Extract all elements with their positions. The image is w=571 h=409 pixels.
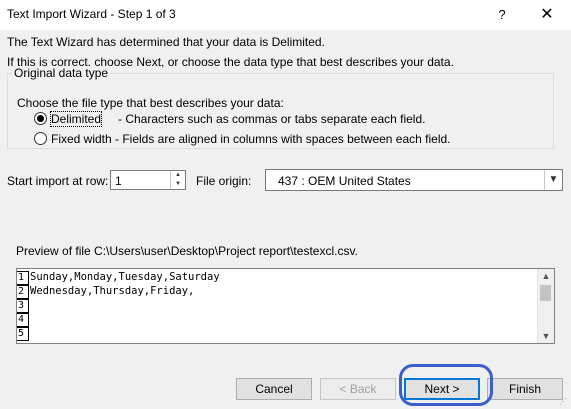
- finish-button[interactable]: Finish: [487, 378, 563, 400]
- row-number: 1: [17, 271, 29, 285]
- scroll-up-icon[interactable]: ▲: [538, 269, 554, 283]
- scroll-thumb[interactable]: [540, 285, 551, 301]
- chevron-down-icon[interactable]: ▼: [544, 170, 562, 190]
- title-bar: Text Import Wizard - Step 1 of 3 ? ✕: [0, 0, 571, 30]
- preview-scrollbar[interactable]: ▲ ▼: [537, 269, 554, 343]
- spinner-up-icon[interactable]: ▲: [171, 171, 185, 180]
- fixed-width-label[interactable]: Fixed width: [51, 132, 112, 146]
- file-type-prompt: Choose the file type that best describes…: [17, 96, 284, 110]
- preview-line: Wednesday,Thursday,Friday,: [30, 285, 195, 297]
- file-origin-label: File origin:: [196, 174, 252, 188]
- next-button[interactable]: Next >: [404, 378, 480, 400]
- preview-line: Sunday,Monday,Tuesday,Saturday: [30, 271, 220, 283]
- preview-label: Preview of file C:\Users\user\Desktop\Pr…: [16, 244, 358, 258]
- help-button[interactable]: ?: [485, 0, 519, 30]
- row-number: 5: [17, 327, 29, 341]
- window-title: Text Import Wizard - Step 1 of 3: [7, 7, 176, 21]
- row-number: 4: [17, 313, 29, 327]
- start-row-spinner[interactable]: 1 ▲ ▼: [110, 170, 186, 190]
- delimited-radio[interactable]: [34, 112, 47, 125]
- row-number: 2: [17, 285, 29, 299]
- close-button[interactable]: ✕: [524, 0, 570, 30]
- group-legend: Original data type: [12, 66, 111, 80]
- fixed-width-radio[interactable]: [34, 132, 47, 145]
- row-number: 3: [17, 299, 29, 313]
- cancel-button[interactable]: Cancel: [236, 378, 312, 400]
- back-button[interactable]: < Back: [320, 378, 396, 400]
- delimited-label[interactable]: Delimited: [49, 111, 103, 127]
- start-row-value: 1: [115, 174, 122, 188]
- file-preview[interactable]: 1 2 3 4 5 Sunday,Monday,Tuesday,Saturday…: [16, 268, 555, 344]
- file-origin-value: 437 : OEM United States: [278, 174, 411, 188]
- fixed-width-description: - Fields are aligned in columns with spa…: [115, 132, 451, 146]
- spinner-down-icon[interactable]: ▼: [171, 180, 185, 189]
- delimited-description: - Characters such as commas or tabs sepa…: [118, 112, 426, 126]
- resize-grip-icon[interactable]: ⋰: [559, 397, 569, 407]
- scroll-down-icon[interactable]: ▼: [538, 329, 554, 343]
- spinner-buttons: ▲ ▼: [170, 171, 185, 189]
- file-origin-select[interactable]: 437 : OEM United States ▼: [265, 169, 563, 191]
- start-row-label: Start import at row:: [7, 174, 109, 188]
- intro-line-1: The Text Wizard has determined that your…: [7, 35, 325, 49]
